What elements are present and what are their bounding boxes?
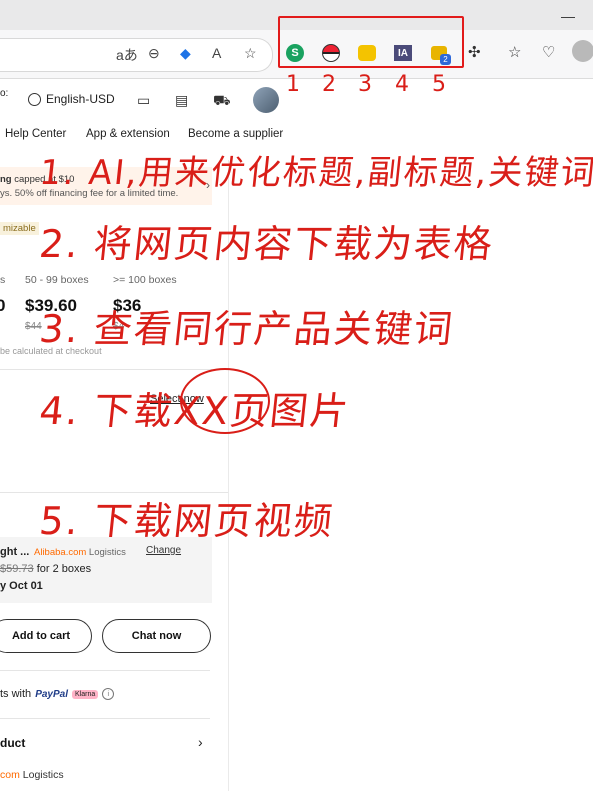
logistics-label: com Logistics [0, 769, 64, 781]
extension-highlight-box [278, 16, 464, 68]
text-size-icon[interactable]: A [212, 45, 221, 61]
klarna-logo: Klarna [72, 689, 99, 699]
globe-icon [28, 92, 41, 106]
annotation-number: 5 [432, 72, 446, 97]
paypal-logo: PayPal [35, 688, 68, 700]
profile-avatar[interactable] [572, 40, 593, 62]
change-shipping-link[interactable]: Change [146, 545, 181, 556]
cart-icon[interactable]: ⛟ [213, 92, 231, 108]
chevron-right-icon[interactable]: › [198, 734, 203, 750]
user-avatar[interactable] [253, 87, 279, 113]
payment-prefix: ts with [0, 688, 32, 700]
language-label: English-USD [46, 92, 115, 106]
zoom-out-icon[interactable]: ⊖ [148, 45, 160, 62]
annotation-number: 1 [286, 72, 300, 97]
nav-app-extension[interactable]: App & extension [86, 128, 170, 140]
tier-label: 50 - 99 boxes [25, 274, 89, 286]
orders-icon[interactable]: ▤ [175, 92, 191, 108]
alibaba-logistics-logo: Alibaba.com Logistics [34, 547, 126, 558]
address-bar[interactable]: aあ ⊖ ◆ A ☆ [0, 38, 273, 72]
tier-price: 0 [0, 296, 6, 315]
read-aloud-icon[interactable]: aあ [116, 45, 138, 65]
tier-label: >= 100 boxes [113, 274, 177, 286]
delivery-date: y Oct 01 [0, 580, 43, 592]
nav-help-center[interactable]: Help Center [5, 128, 66, 140]
tier-label: s [0, 274, 6, 286]
language-selector[interactable]: English-USD [28, 92, 115, 106]
payment-methods: ts with PayPal Klarna i [0, 688, 115, 700]
tag-icon[interactable]: ◆ [180, 45, 191, 62]
annotation-note-3: 3. 查看同行产品关键词 [37, 307, 457, 351]
annotation-number: 4 [395, 72, 409, 97]
favorites-icon[interactable]: ☆ [508, 43, 521, 61]
divider [0, 670, 210, 671]
annotation-number: 2 [322, 72, 336, 97]
divider [0, 369, 212, 370]
nav-become-supplier[interactable]: Become a supplier [188, 128, 283, 140]
chat-now-button[interactable]: Chat now [102, 619, 211, 653]
annotation-circle [180, 368, 270, 434]
divider [0, 718, 210, 719]
puzzle-icon[interactable]: ✣ [468, 43, 481, 61]
minimize-icon[interactable]: — [561, 8, 575, 24]
annotation-number: 3 [358, 72, 372, 97]
cut-text: o: [0, 88, 9, 99]
annotation-note-1: 1. AI,用来优化标题,副标题,关键词 [37, 153, 593, 193]
favorite-star-icon[interactable]: ☆ [244, 45, 257, 62]
annotation-note-2: 2. 将网页内容下载为表格 [37, 222, 497, 266]
shipping-price: $59.73 for 2 boxes [0, 563, 92, 575]
annotation-note-5: 5. 下载网页视频 [37, 499, 337, 543]
customizable-badge: mizable [0, 222, 39, 235]
message-icon[interactable]: ▭ [137, 92, 153, 108]
add-to-cart-button[interactable]: Add to cart [0, 619, 92, 653]
shipping-title: ght ... [0, 546, 30, 558]
info-icon[interactable]: i [102, 688, 115, 700]
heartbeat-icon[interactable]: ♡ [542, 43, 555, 61]
product-section-title[interactable]: duct [0, 736, 25, 750]
